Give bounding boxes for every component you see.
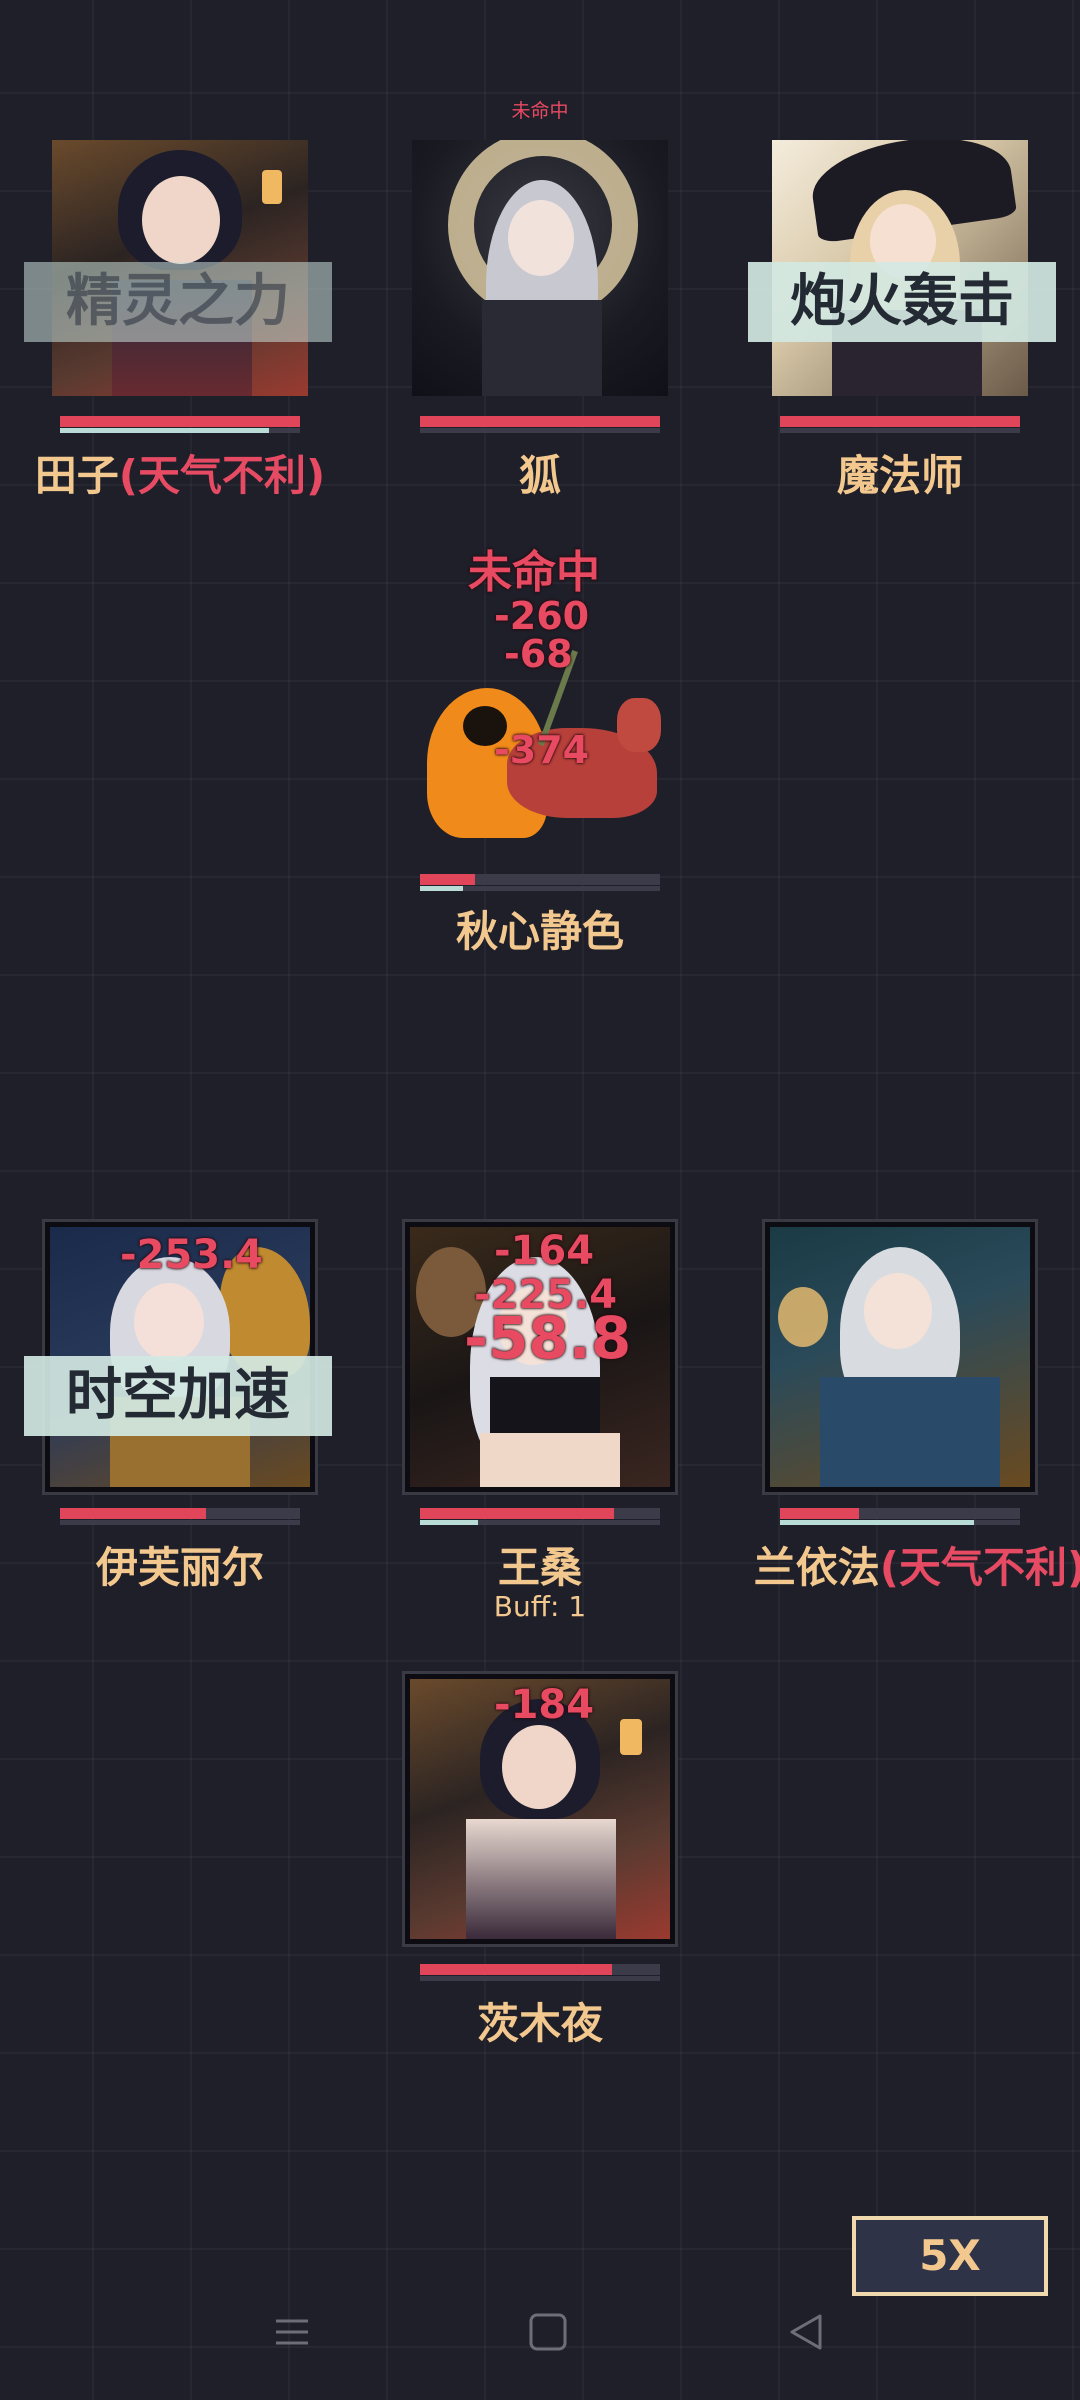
back-icon[interactable] xyxy=(786,2312,826,2356)
energy-fill xyxy=(780,1520,975,1525)
debuff-label: (天气不利) xyxy=(879,1543,1080,1592)
damage-number: -374 xyxy=(494,728,590,772)
hp-fill xyxy=(420,1964,612,1975)
damage-number: -184 xyxy=(494,1682,595,1728)
energy-fill xyxy=(420,1520,478,1525)
hp-bar xyxy=(420,874,660,885)
character-card-mofashi[interactable]: 炮火轰击 魔法师 xyxy=(720,136,1080,500)
energy-bar xyxy=(420,1976,660,1981)
boss-name: 秋心静色 xyxy=(320,898,760,959)
character-name: 茨木夜 xyxy=(320,1990,760,2051)
energy-bar xyxy=(420,1520,660,1525)
skill-banner: 炮火轰击 xyxy=(748,262,1056,342)
top-status-text: 未命中 xyxy=(511,100,569,122)
energy-bar xyxy=(420,428,660,433)
speed-toggle-button[interactable]: 5X xyxy=(852,2216,1048,2296)
hp-fill xyxy=(780,416,1020,427)
energy-bar xyxy=(60,1520,300,1525)
hp-bar xyxy=(780,1508,1020,1519)
hp-bar xyxy=(780,416,1020,427)
character-name-text: 秋心静色 xyxy=(455,907,624,956)
character-portrait xyxy=(412,140,668,396)
hp-bar xyxy=(60,416,300,427)
character-name: 兰依法(天气不利) xyxy=(700,1534,1080,1595)
menu-icon[interactable] xyxy=(272,2312,312,2356)
character-portrait xyxy=(765,1222,1035,1492)
home-icon[interactable] xyxy=(528,2312,568,2356)
character-name-text: 王桑 xyxy=(497,1543,582,1592)
damage-number: -164 xyxy=(494,1228,595,1274)
character-name: 王桑 xyxy=(320,1534,760,1595)
hp-bar xyxy=(420,1964,660,1975)
hp-fill xyxy=(420,1508,615,1519)
character-card-yifu[interactable]: -253.4 时空加速 伊芙丽尔 xyxy=(0,1222,360,1592)
hp-fill xyxy=(420,874,476,885)
character-name-text: 伊芙丽尔 xyxy=(95,1543,264,1592)
character-card-wangsang[interactable]: -164 -225.4 -58.8 王桑 Buff: 1 xyxy=(360,1222,720,1623)
buff-count: Buff: 1 xyxy=(493,1590,587,1623)
energy-bar xyxy=(420,886,660,891)
debuff-label: (天气不利) xyxy=(118,451,326,500)
damage-number: -58.8 xyxy=(464,1304,632,1372)
hp-bar xyxy=(60,1508,300,1519)
hp-fill xyxy=(780,1508,860,1519)
damage-number: -68 xyxy=(504,632,573,676)
energy-bar xyxy=(60,428,300,433)
energy-bar xyxy=(780,428,1020,433)
hp-bar xyxy=(420,1508,660,1519)
character-name-text: 魔法师 xyxy=(836,451,963,500)
energy-fill xyxy=(60,428,269,433)
hp-bar xyxy=(420,416,660,427)
energy-fill xyxy=(420,886,464,891)
character-name: 魔法师 xyxy=(680,442,1080,503)
skill-banner: 精灵之力 xyxy=(24,262,332,342)
character-name-text: 田子 xyxy=(34,451,119,500)
character-card-tianzi[interactable]: 精灵之力 田子(天气不利) xyxy=(0,136,360,500)
character-name-text: 茨木夜 xyxy=(476,1999,603,2048)
character-card-lanyifa[interactable]: 兰依法(天气不利) xyxy=(720,1222,1080,1592)
character-card-hu[interactable]: 狐 xyxy=(360,136,720,500)
hp-fill xyxy=(60,416,300,427)
damage-number: -253.4 xyxy=(120,1232,264,1278)
character-name-text: 狐 xyxy=(518,451,561,500)
miss-text: 未命中 xyxy=(468,547,600,598)
boss-card[interactable]: 未命中 -260 -68 -374 秋心静色 xyxy=(360,547,720,956)
energy-bar xyxy=(780,1520,1020,1525)
hp-fill xyxy=(60,1508,207,1519)
skill-banner: 时空加速 xyxy=(24,1356,332,1436)
character-card-cimuye[interactable]: -184 茨木夜 xyxy=(360,1674,720,2048)
hp-fill xyxy=(420,416,660,427)
character-name-text: 兰依法 xyxy=(753,1543,880,1592)
